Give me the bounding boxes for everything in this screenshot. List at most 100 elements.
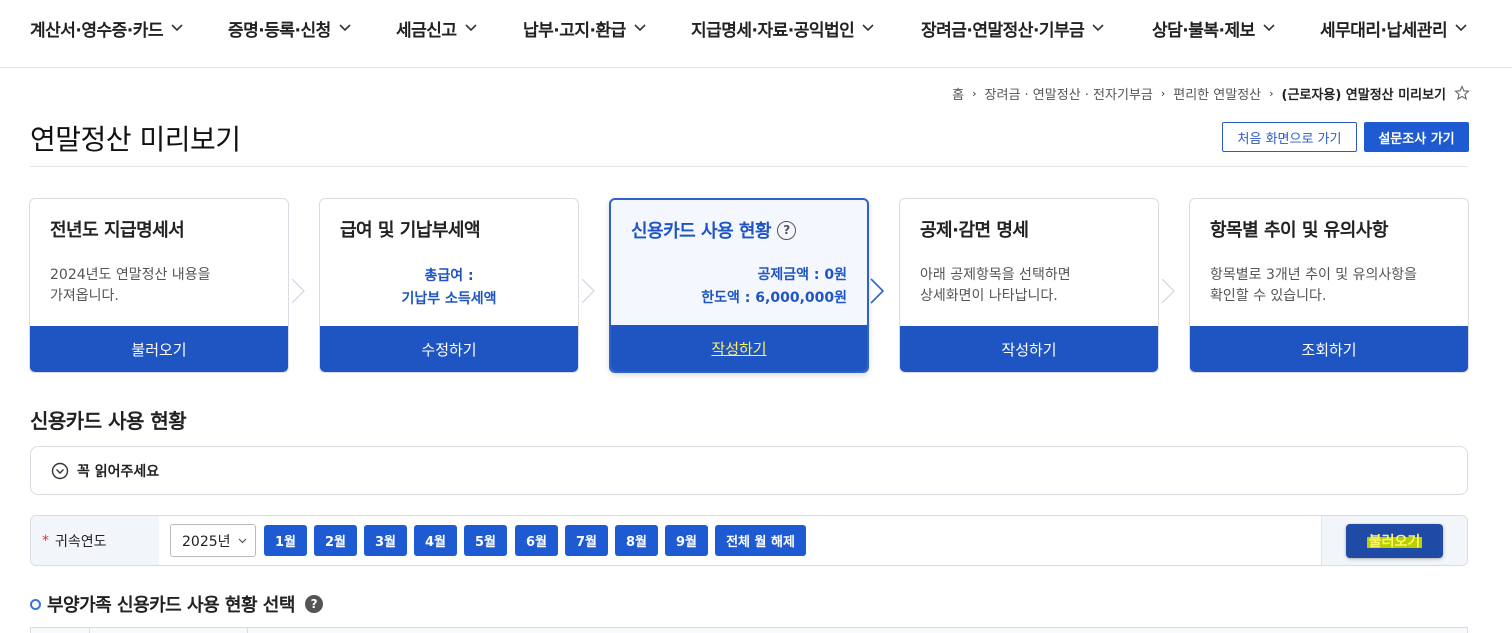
step-card-salary: 급여 및 기납부세액 총급여 : 기납부 소득세액 수정하기 — [319, 198, 579, 373]
divider — [30, 166, 1468, 167]
filter-label-text: 귀속연도 — [55, 533, 107, 550]
view-trends-button[interactable]: 조회하기 — [1190, 326, 1468, 372]
chevron-circle-down-icon — [51, 462, 69, 479]
chevron-down-icon — [238, 538, 247, 543]
step-card-desc-line: 가져옵니다. — [50, 288, 119, 304]
step-card-title: 신용카드 사용 현황 ? — [631, 217, 797, 243]
load-card-data-button[interactable]: 불러오기 — [1346, 524, 1443, 558]
star-icon[interactable] — [1454, 85, 1470, 101]
section-title: 신용카드 사용 현황 — [30, 409, 187, 433]
table-column-divider — [89, 628, 90, 633]
chevron-right-icon — [291, 278, 305, 304]
prepaid-tax-label: 기납부 소득세액 — [401, 291, 497, 307]
help-icon[interactable]: ? — [777, 220, 797, 240]
nav-menu-label: 납부·고지·환급 — [523, 20, 626, 41]
breadcrumb-separator: › — [972, 86, 977, 100]
month-button-4[interactable]: 4월 — [414, 525, 457, 556]
step-card-title: 전년도 지급명세서 — [50, 220, 185, 241]
clear-all-months-button[interactable]: 전체 월 해제 — [715, 525, 806, 556]
month-button-8[interactable]: 8월 — [615, 525, 658, 556]
top-navigation: 계산서·영수증·카드 증명·등록·신청 세금신고 납부·고지·환급 지급명세·자… — [0, 0, 1512, 68]
nav-menu-year-end[interactable]: 장려금·연말정산·기부금 — [921, 16, 1104, 41]
breadcrumb: 홈 › 장려금 · 연말정산 · 전자기부금 › 편리한 연말정산 › (근로자… — [952, 82, 1470, 104]
chevron-right-icon — [1161, 278, 1175, 304]
nav-menu-label: 증명·등록·신청 — [228, 20, 331, 41]
notice-label: 꼭 읽어주세요 — [77, 463, 160, 480]
filter-action-area: 불러오기 — [1321, 516, 1467, 565]
go-home-button[interactable]: 처음 화면으로 가기 — [1222, 122, 1357, 152]
step-card-title: 공제·감면 명세 — [920, 220, 1029, 241]
chevron-right-icon — [581, 278, 595, 304]
nav-menu-label: 상담·불복·제보 — [1152, 20, 1255, 41]
step-card-credit-card: 신용카드 사용 현황 ? 공제금액 : 0원 한도액 : 6,000,000원 … — [609, 198, 869, 373]
month-button-2[interactable]: 2월 — [314, 525, 357, 556]
total-salary-label: 총급여 : — [424, 268, 474, 284]
survey-button[interactable]: 설문조사 가기 — [1364, 122, 1469, 152]
button-label: 작성하기 — [711, 339, 767, 358]
button-label: 작성하기 — [1001, 340, 1057, 359]
breadcrumb-separator: › — [1269, 86, 1274, 100]
button-label: 불러오기 — [131, 340, 187, 359]
breadcrumb-home[interactable]: 홈 — [952, 84, 964, 103]
notice-accordion[interactable]: 꼭 읽어주세요 — [30, 446, 1468, 495]
dependents-section-title: 부양가족 신용카드 사용 현황 선택 ? — [30, 591, 323, 617]
step-card-desc-line: 2024년도 연말정산 내용을 — [50, 267, 211, 283]
help-icon[interactable]: ? — [304, 595, 323, 613]
breadcrumb-year-end[interactable]: 장려금 · 연말정산 · 전자기부금 — [985, 84, 1153, 103]
filter-label: * 귀속연도 — [31, 516, 159, 565]
nav-menu-label: 계산서·영수증·카드 — [30, 20, 164, 41]
button-label: 불러오기 — [1366, 531, 1423, 551]
dependents-table — [30, 627, 1468, 633]
bullet-icon — [30, 598, 41, 610]
button-label: 수정하기 — [421, 340, 477, 359]
nav-menu-statement[interactable]: 지급명세·자료·공익법인 — [691, 16, 874, 41]
chevron-down-icon — [171, 24, 183, 32]
edit-salary-button[interactable]: 수정하기 — [320, 326, 578, 372]
page-title: 연말정산 미리보기 — [30, 123, 241, 156]
step-card-desc-line: 확인할 수 있습니다. — [1210, 288, 1327, 304]
chevron-down-icon — [464, 24, 477, 32]
write-deductions-button[interactable]: 작성하기 — [900, 326, 1158, 372]
month-button-6[interactable]: 6월 — [515, 525, 558, 556]
table-column-divider — [247, 628, 248, 633]
breadcrumb-convenient[interactable]: 편리한 연말정산 — [1173, 84, 1261, 103]
step-card-title: 급여 및 기납부세액 — [340, 220, 481, 241]
nav-menu-payment[interactable]: 납부·고지·환급 — [523, 16, 646, 41]
required-mark: * — [42, 532, 49, 549]
year-select-value: 2025년 — [182, 533, 231, 550]
nav-menu-invoice[interactable]: 계산서·영수증·카드 — [30, 16, 183, 41]
nav-menu-agent[interactable]: 세무대리·납세관리 — [1320, 16, 1467, 41]
dependents-title-text: 부양가족 신용카드 사용 현황 선택 — [47, 595, 295, 616]
step-card-trends: 항목별 추이 및 유의사항 항목별로 3개년 추이 및 유의사항을 확인할 수 … — [1189, 198, 1469, 373]
nav-menu-consult[interactable]: 상담·불복·제보 — [1152, 16, 1275, 41]
step-card-desc-line: 상세화면이 나타납니다. — [920, 288, 1058, 304]
write-credit-card-button[interactable]: 작성하기 — [611, 325, 867, 371]
chevron-down-icon — [1263, 24, 1275, 32]
month-button-1[interactable]: 1월 — [264, 525, 307, 556]
deduction-amount: 공제금액 : 0원 — [757, 267, 848, 283]
year-select[interactable]: 2025년 — [170, 524, 256, 557]
step-card-desc-line: 아래 공제항목을 선택하면 — [920, 267, 1071, 283]
step-card-deductions: 공제·감면 명세 아래 공제항목을 선택하면 상세화면이 나타납니다. 작성하기 — [899, 198, 1159, 373]
chevron-down-icon — [634, 24, 646, 32]
nav-menu-label: 세무대리·납세관리 — [1320, 20, 1448, 41]
step-card-desc: 2024년도 연말정산 내용을 가져옵니다. — [50, 265, 210, 307]
step-card-title: 항목별 추이 및 유의사항 — [1210, 220, 1388, 241]
chevron-down-icon — [339, 24, 351, 32]
step-card-desc: 아래 공제항목을 선택하면 상세화면이 나타납니다. — [920, 265, 1071, 307]
chevron-down-icon — [1092, 24, 1104, 32]
step-card-values: 총급여 : 기납부 소득세액 — [320, 265, 578, 311]
step-card-desc: 항목별로 3개년 추이 및 유의사항을 확인할 수 있습니다. — [1210, 265, 1417, 307]
year-filter: * 귀속연도 2025년 1월 2월 3월 4월 5월 6월 7월 8월 9월 … — [30, 515, 1468, 566]
nav-menu-label: 장려금·연말정산·기부금 — [921, 20, 1085, 41]
chevron-down-icon — [862, 24, 874, 32]
load-prev-button[interactable]: 불러오기 — [30, 326, 288, 372]
month-button-9[interactable]: 9월 — [665, 525, 708, 556]
step-card-prev-statement: 전년도 지급명세서 2024년도 연말정산 내용을 가져옵니다. 불러오기 — [29, 198, 289, 373]
month-button-7[interactable]: 7월 — [565, 525, 608, 556]
month-button-5[interactable]: 5월 — [464, 525, 507, 556]
nav-menu-certificate[interactable]: 증명·등록·신청 — [228, 16, 351, 41]
nav-menu-tax-report[interactable]: 세금신고 — [396, 16, 477, 41]
button-label: 조회하기 — [1301, 340, 1357, 359]
month-button-3[interactable]: 3월 — [364, 525, 407, 556]
